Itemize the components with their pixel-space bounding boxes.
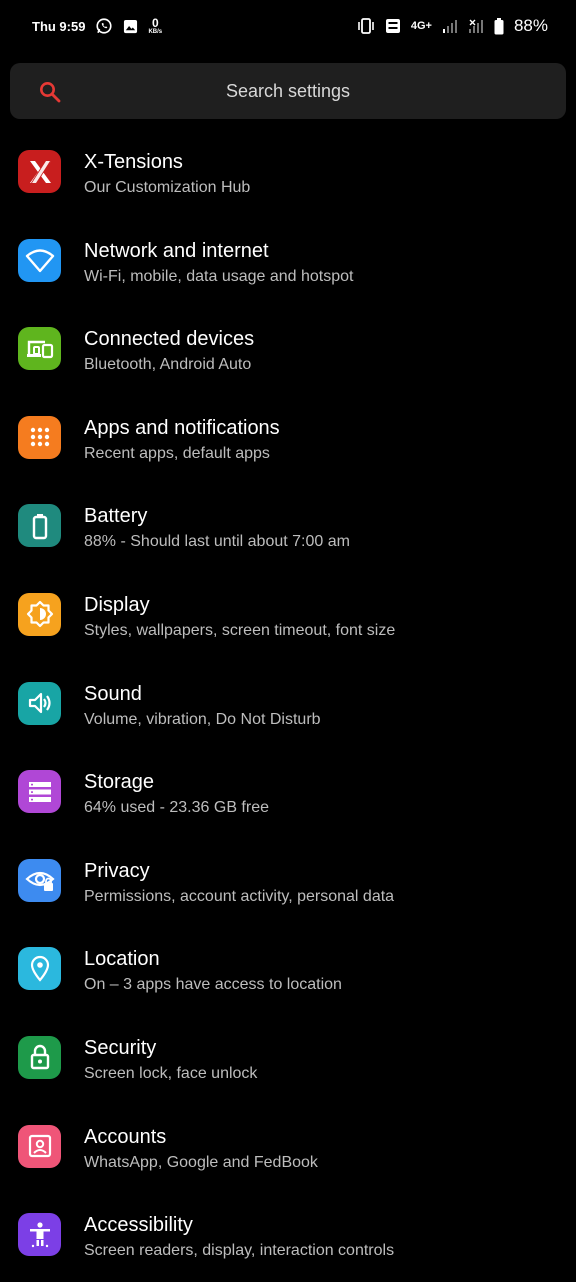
apps-grid-icon [18,415,61,459]
setting-title: Network and internet [84,239,269,262]
devices-icon [18,327,61,371]
setting-apps-and-notifications[interactable]: Apps and notifications Recent apps, defa… [0,396,576,485]
volume-icon [18,681,61,725]
status-bar-right: 4G+ 88% [357,16,548,36]
setting-subtitle: Bluetooth, Android Auto [84,356,252,374]
network-speed-value: 0 [151,16,159,30]
setting-title: Location [84,948,160,971]
setting-privacy[interactable]: Privacy Permissions, account activity, p… [0,839,576,928]
setting-subtitle: On – 3 apps have access to location [84,976,342,994]
setting-accessibility[interactable]: Accessibility Screen readers, display, i… [0,1193,576,1282]
setting-display[interactable]: Display Styles, wallpapers, screen timeo… [0,573,576,662]
setting-battery[interactable]: Battery 88% - Should last until about 7:… [0,484,576,573]
wifi-icon [18,238,61,282]
setting-network-and-internet[interactable]: Network and internet Wi-Fi, mobile, data… [0,219,576,308]
setting-subtitle: WhatsApp, Google and FedBook [84,1153,318,1171]
signal-strength-icon [442,18,458,34]
setting-title: Accessibility [84,1214,193,1237]
setting-sound[interactable]: Sound Volume, vibration, Do Not Disturb [0,662,576,751]
setting-subtitle: Screen readers, display, interaction con… [84,1242,395,1260]
volte-icon [385,18,401,34]
x-tensions-icon [18,150,61,193]
setting-subtitle: Recent apps, default apps [84,444,270,462]
setting-title: Privacy [84,859,150,882]
status-bar-left: Thu 9:59 0 KB/s [32,17,162,35]
vibrate-icon [357,18,375,34]
storage-icon [18,770,61,814]
signal-strength-2-icon [468,18,484,34]
setting-title: Battery [84,505,148,528]
setting-title: Security [84,1036,157,1059]
setting-title: Connected devices [84,328,255,351]
setting-accounts[interactable]: Accounts WhatsApp, Google and FedBook [0,1105,576,1194]
setting-x-tensions[interactable]: X-Tensions Our Customization Hub [0,130,576,219]
setting-storage[interactable]: Storage 64% used - 23.36 GB free [0,750,576,839]
battery-status-icon [494,17,504,35]
battery-percentage: 88% [513,16,548,35]
location-pin-icon [18,947,61,991]
setting-title: X-Tensions [84,151,183,173]
setting-location[interactable]: Location On – 3 apps have access to loca… [0,927,576,1016]
setting-subtitle: Volume, vibration, Do Not Disturb [84,710,321,728]
setting-subtitle: Wi-Fi, mobile, data usage and hotspot [84,267,354,285]
setting-title: Storage [84,771,155,794]
status-bar: Thu 9:59 0 KB/s 4G+ 88% [0,0,576,52]
setting-security[interactable]: Security Screen lock, face unlock [0,1016,576,1105]
setting-subtitle: Styles, wallpapers, screen timeout, font… [84,621,396,639]
whatsapp-notification-icon [95,17,113,35]
network-type: 4G+ [410,20,432,32]
settings-list: X-Tensions Our Customization Hub Network… [0,130,576,1282]
lock-icon [18,1035,61,1079]
setting-subtitle: Our Customization Hub [84,179,251,196]
setting-title: Display [84,593,150,616]
search-icon [38,80,62,109]
search-settings-bar[interactable]: Search settings [10,63,566,119]
setting-subtitle: Screen lock, face unlock [84,1064,258,1082]
status-time: Thu 9:59 [32,18,86,34]
battery-icon [18,504,61,548]
setting-title: Accounts [84,1125,167,1148]
gallery-notification-icon [123,19,138,34]
setting-subtitle: 88% - Should last until about 7:00 am [84,533,350,551]
setting-title: Apps and notifications [84,416,280,439]
setting-subtitle: 64% used - 23.36 GB free [84,799,269,817]
network-speed: 0 KB/s [148,17,162,35]
network-speed-unit: KB/s [148,29,163,35]
brightness-icon [18,592,61,636]
search-placeholder: Search settings [225,80,351,101]
account-icon [18,1124,61,1168]
privacy-eye-icon [18,858,61,902]
setting-subtitle: Permissions, account activity, personal … [84,887,395,905]
setting-title: Sound [84,682,142,705]
accessibility-icon [18,1213,61,1257]
setting-connected-devices[interactable]: Connected devices Bluetooth, Android Aut… [0,307,576,396]
